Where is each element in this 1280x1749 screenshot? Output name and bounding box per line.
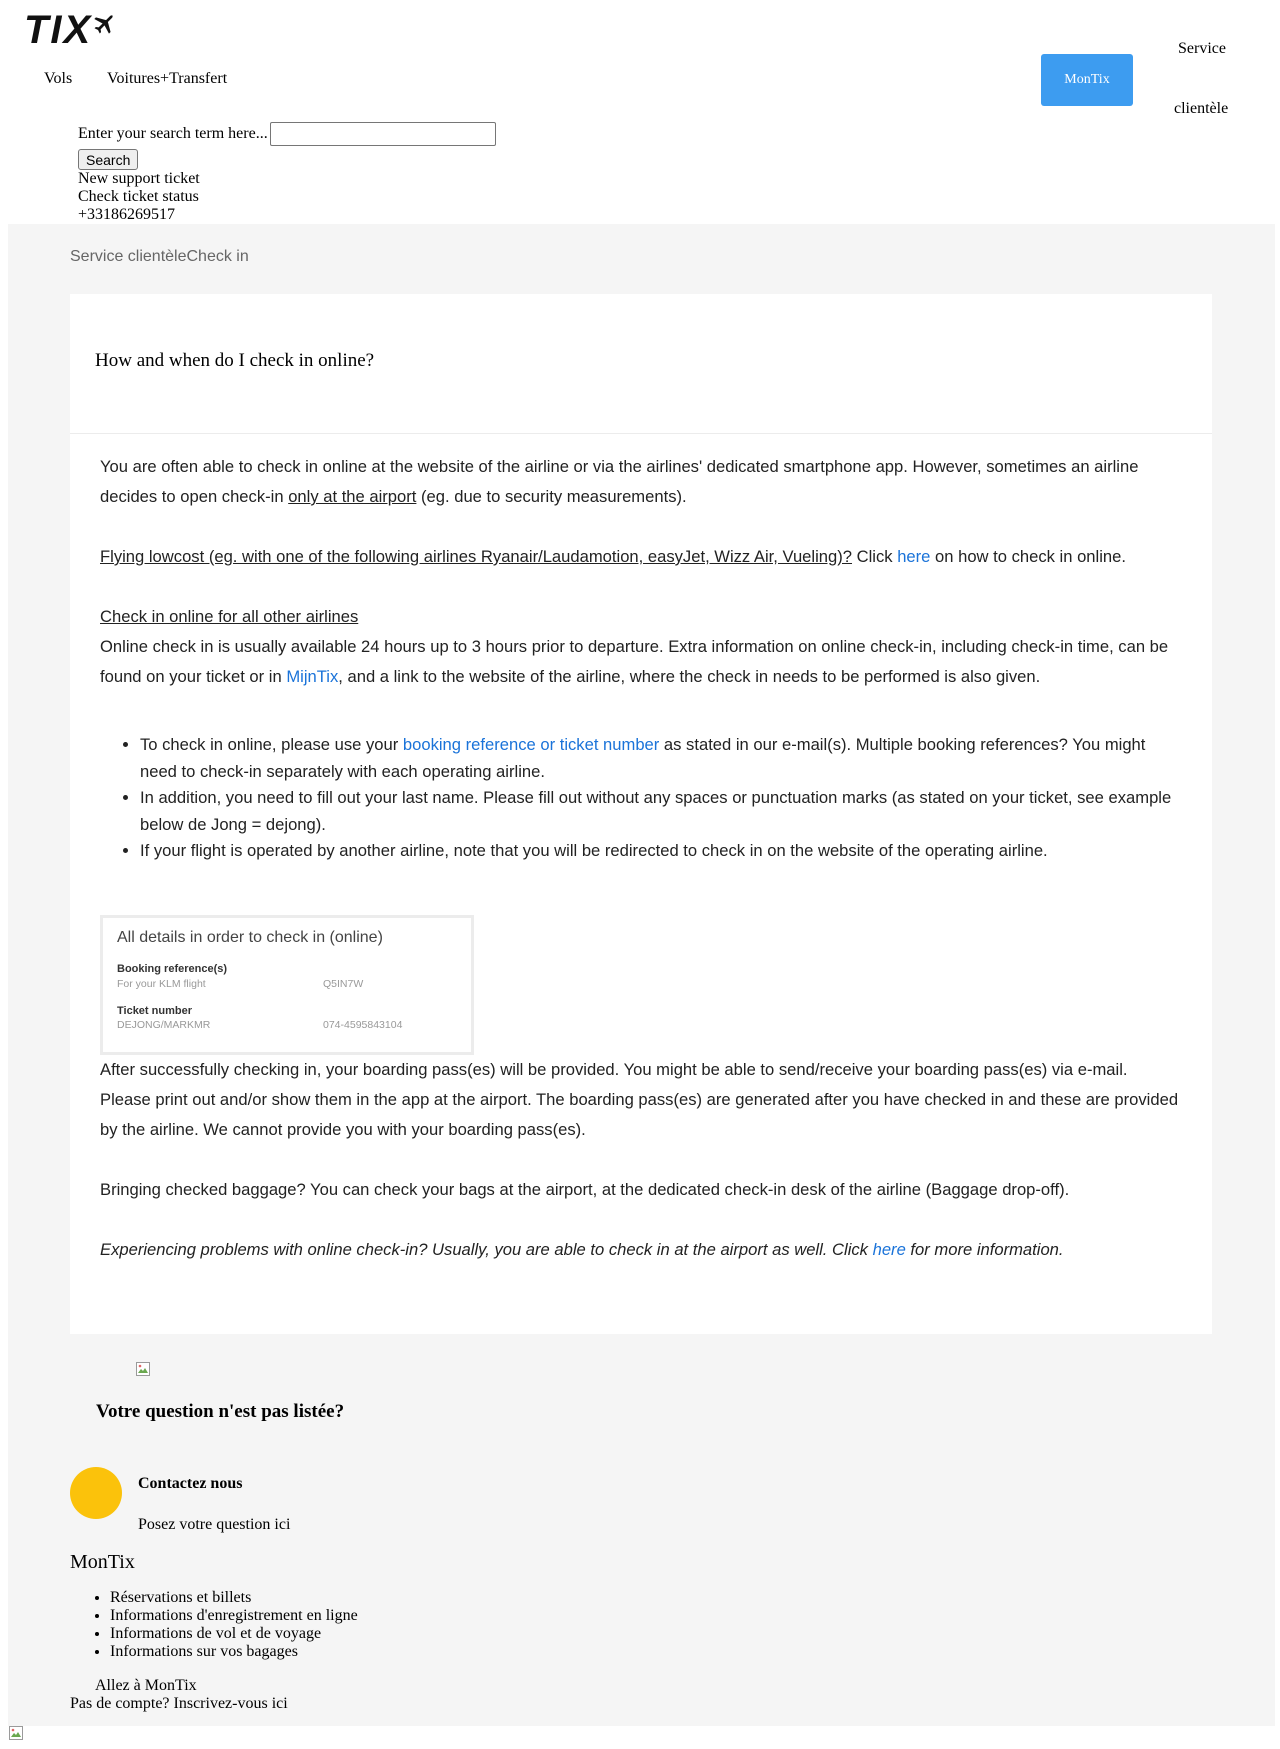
breadcrumb: Service clientèleCheck in bbox=[70, 248, 249, 266]
service-clientele-link-line1[interactable]: Service bbox=[1178, 40, 1226, 58]
search-form: Enter your search term here... bbox=[78, 122, 496, 146]
montix-features-list: Réservations et billets Informations d'e… bbox=[70, 1589, 358, 1661]
montix-button[interactable]: MonTix bbox=[1041, 54, 1133, 106]
contact-icon[interactable] bbox=[70, 1467, 122, 1519]
list-item: Réservations et billets bbox=[110, 1589, 358, 1607]
details-title: All details in order to check in (online… bbox=[117, 928, 383, 946]
article-title: How and when do I check in online? bbox=[95, 350, 375, 371]
search-input[interactable] bbox=[269, 122, 496, 146]
check-ticket-status-link[interactable]: Check ticket status bbox=[78, 188, 199, 205]
nav-voitures-transfert[interactable]: Voitures+Transfert bbox=[107, 70, 227, 88]
check-in-other-airlines-link[interactable]: Check in online for all other airlines bbox=[100, 607, 358, 626]
register-link[interactable]: Pas de compte? Inscrivez-vous ici bbox=[70, 1695, 288, 1713]
question-not-listed-title: Votre question n'est pas listée? bbox=[96, 1401, 345, 1422]
checkin-instructions-list: To check in online, please use your book… bbox=[100, 732, 1182, 865]
paragraph-other-airlines: Check in online for all other airlines On… bbox=[100, 607, 1169, 686]
booking-reference-label: Booking reference(s) bbox=[117, 962, 228, 975]
booking-reference-value: Q5IN7W bbox=[323, 977, 364, 990]
breadcrumb-check-in[interactable]: Check in bbox=[187, 248, 249, 265]
tix-logo[interactable]: TIX bbox=[24, 10, 116, 50]
ticket-number-value: 074-4595843104 bbox=[323, 1018, 403, 1031]
service-clientele-link-line2[interactable]: clientèle bbox=[1174, 100, 1228, 118]
support-phone-link[interactable]: +33186269517 bbox=[78, 206, 175, 223]
contact-us-link[interactable]: Contactez nous bbox=[138, 1475, 242, 1493]
article-body: You are often able to check in online at… bbox=[70, 434, 1212, 1265]
checkin-details-image: All details in order to check in (online… bbox=[100, 914, 474, 1055]
paragraph-lowcost: Flying lowcost (eg. with one of the foll… bbox=[100, 547, 1126, 566]
ticket-number-label: Ticket number bbox=[117, 1004, 192, 1017]
article-card: How and when do I check in online? You a… bbox=[70, 294, 1212, 1334]
new-support-ticket-link[interactable]: New support ticket bbox=[78, 170, 200, 187]
article-header: How and when do I check in online? bbox=[70, 294, 1212, 434]
list-item: Informations sur vos bagages bbox=[110, 1643, 358, 1661]
list-item: In addition, you need to fill out your l… bbox=[140, 785, 1182, 838]
broken-image-icon bbox=[136, 1362, 150, 1376]
only-at-airport-link[interactable]: only at the airport bbox=[288, 487, 416, 506]
breadcrumb-service-clientele[interactable]: Service clientèle bbox=[70, 248, 187, 265]
booking-reference-link[interactable]: booking reference or ticket number bbox=[403, 735, 659, 754]
montix-heading: MonTix bbox=[70, 1551, 135, 1573]
booking-reference-sub: For your KLM flight bbox=[117, 977, 206, 990]
ask-question-link[interactable]: Posez votre question ici bbox=[138, 1516, 290, 1534]
ticket-name-sub: DEJONG/MARKMR bbox=[117, 1018, 211, 1031]
list-item: Informations de vol et de voyage bbox=[110, 1625, 358, 1643]
flying-lowcost-link[interactable]: Flying lowcost (eg. with one of the foll… bbox=[100, 547, 852, 566]
paragraph-boarding-pass: After successfully checking in, your boa… bbox=[100, 1059, 1179, 1139]
lowcost-here-link[interactable]: here bbox=[897, 547, 930, 566]
plane-icon bbox=[94, 15, 113, 34]
problems-here-link[interactable]: here bbox=[873, 1240, 906, 1259]
list-item: Informations d'enregistrement en ligne bbox=[110, 1607, 358, 1625]
mijntix-link[interactable]: MijnTix bbox=[286, 667, 338, 686]
paragraph-baggage: Bringing checked baggage? You can check … bbox=[100, 1179, 1070, 1199]
search-button[interactable]: Search bbox=[78, 149, 139, 170]
broken-image-icon bbox=[9, 1726, 23, 1740]
list-item: If your flight is operated by another ai… bbox=[140, 838, 1182, 865]
list-item: To check in online, please use your book… bbox=[140, 732, 1182, 785]
search-label: Enter your search term here... bbox=[78, 125, 268, 142]
paragraph-intro: You are often able to check in online at… bbox=[100, 457, 1139, 506]
paragraph-problems: Experiencing problems with online check-… bbox=[100, 1239, 1064, 1259]
support-links: New support ticket Check ticket status +… bbox=[78, 170, 200, 224]
logo-text: TIX bbox=[24, 8, 93, 52]
goto-montix-link[interactable]: Allez à MonTix bbox=[95, 1677, 197, 1695]
nav-vols[interactable]: Vols bbox=[44, 70, 72, 88]
